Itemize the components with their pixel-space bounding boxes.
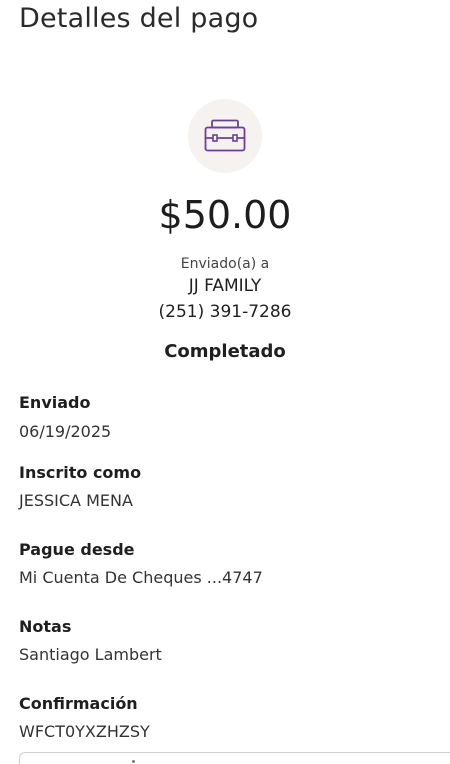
recipient-name: JJ FAMILY [188,276,262,296]
confirmation-label: Confirmación [19,694,138,713]
sent-date-value: 06/19/2025 [19,422,112,441]
payment-details-screen: Detalles del pago $50.00 Enviado(a) a JJ… [0,0,450,764]
enrolled-as-value: JESSICA MENA [19,491,133,510]
page-title: Detalles del pago [19,3,259,34]
paid-from-label: Pague desde [19,540,135,559]
paid-from-value: Mi Cuenta De Cheques ...4747 [19,568,263,587]
notes-value: Santiago Lambert [19,645,162,664]
status-label: Completado [164,341,286,362]
confirmation-value: WFCT0YXZHZSY [19,722,150,741]
notes-label: Notas [19,617,72,636]
sent-to-label: Enviado(a) a [180,256,270,272]
sheet-handle [132,760,135,763]
briefcase-icon-circle [188,99,262,173]
briefcase-icon [204,119,246,152]
sent-date-label: Enviado [19,393,91,412]
enrolled-as-label: Inscrito como [19,463,142,482]
recipient-phone: (251) 391-7286 [158,302,292,322]
bottom-sheet-edge[interactable] [19,752,450,764]
payment-amount: $50.00 [158,193,292,237]
